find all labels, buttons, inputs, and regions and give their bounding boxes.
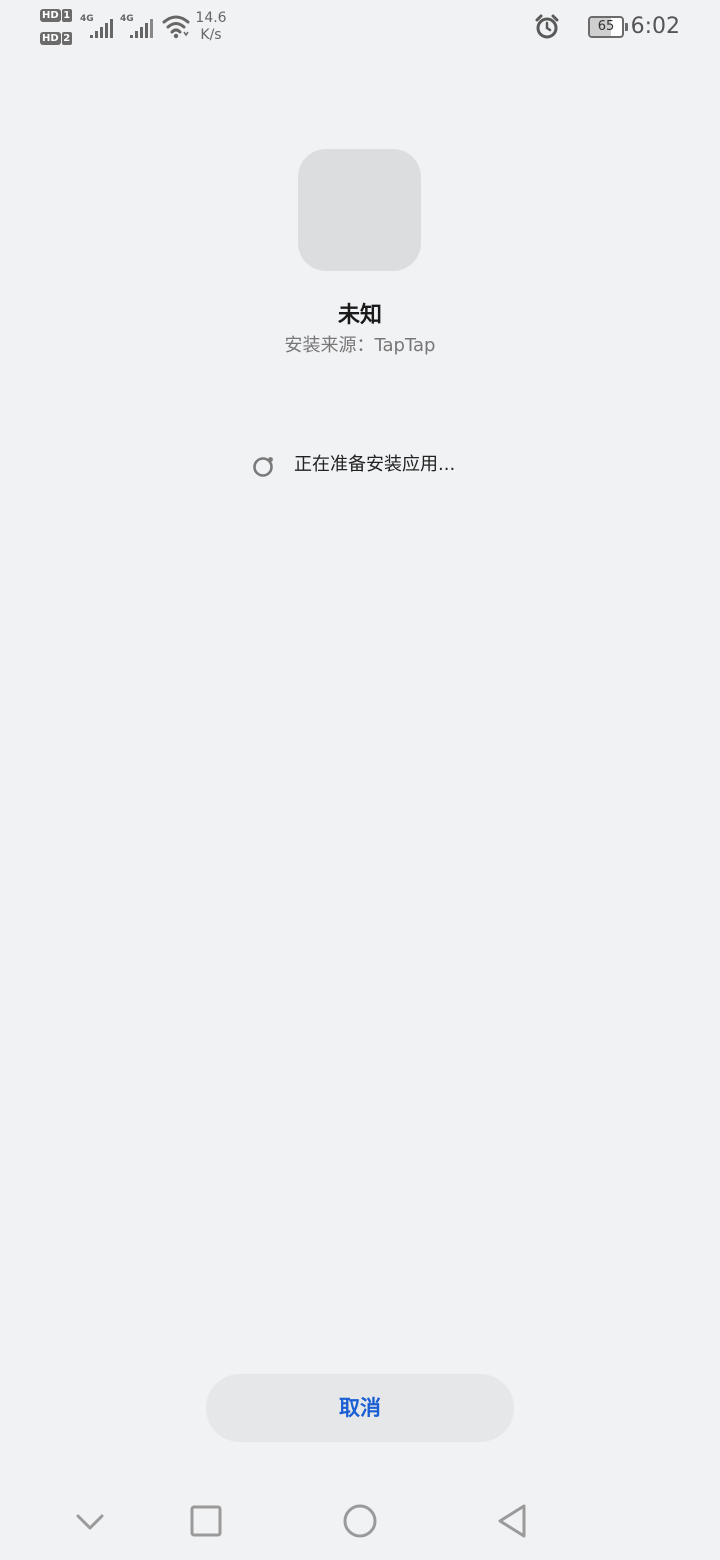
sim1-signal: 4G bbox=[80, 14, 116, 40]
sim2-number: 2 bbox=[61, 32, 72, 45]
install-source: 安装来源：TapTap bbox=[0, 333, 720, 359]
sim-indicators: HD 1 HD 2 bbox=[40, 8, 76, 48]
cancel-button[interactable]: 取消 bbox=[206, 1374, 514, 1442]
signal-bars-icon bbox=[90, 19, 113, 38]
back-triangle-icon[interactable] bbox=[472, 1480, 552, 1560]
sim1-number: 1 bbox=[61, 9, 72, 22]
install-source-label: 安装来源： bbox=[284, 335, 375, 356]
sim1-hd-label: HD bbox=[40, 9, 61, 22]
sim2-signal: 4G bbox=[120, 14, 156, 40]
app-icon-placeholder bbox=[298, 149, 421, 271]
chevron-down-icon[interactable] bbox=[50, 1480, 130, 1560]
battery-body: 65 bbox=[588, 16, 624, 38]
status-bar: HD 1 HD 2 4G 4G 14.6 K/s 65 6:02 bbox=[0, 0, 720, 56]
sim1-hd-badge: HD 1 bbox=[40, 8, 74, 23]
app-name: 未知 bbox=[337, 303, 382, 328]
wifi-icon bbox=[162, 15, 190, 39]
recent-apps-square-icon[interactable] bbox=[166, 1480, 246, 1560]
alarm-clock-icon bbox=[535, 14, 559, 39]
network-speed-unit: K/s bbox=[200, 27, 222, 43]
loading-spinner-icon bbox=[253, 457, 273, 477]
network-speed: 14.6 K/s bbox=[194, 10, 228, 44]
network-speed-value: 14.6 bbox=[195, 10, 227, 26]
progress-text: 正在准备安装应用... bbox=[294, 454, 456, 475]
sim2-hd-label: HD bbox=[40, 32, 61, 45]
status-time: 6:02 bbox=[630, 14, 680, 39]
battery-level: 65 bbox=[597, 19, 615, 34]
home-circle-icon[interactable] bbox=[320, 1480, 400, 1560]
sim2-hd-badge: HD 2 bbox=[40, 31, 74, 46]
install-screen: HD 1 HD 2 4G 4G 14.6 K/s 65 6:02 未知 安装来源… bbox=[0, 0, 720, 1560]
install-source-value: TapTap bbox=[374, 335, 436, 356]
navigation-bar bbox=[0, 1480, 720, 1560]
battery-cap bbox=[625, 23, 628, 31]
signal-bars-icon bbox=[130, 19, 153, 38]
battery-indicator: 65 bbox=[588, 16, 628, 38]
